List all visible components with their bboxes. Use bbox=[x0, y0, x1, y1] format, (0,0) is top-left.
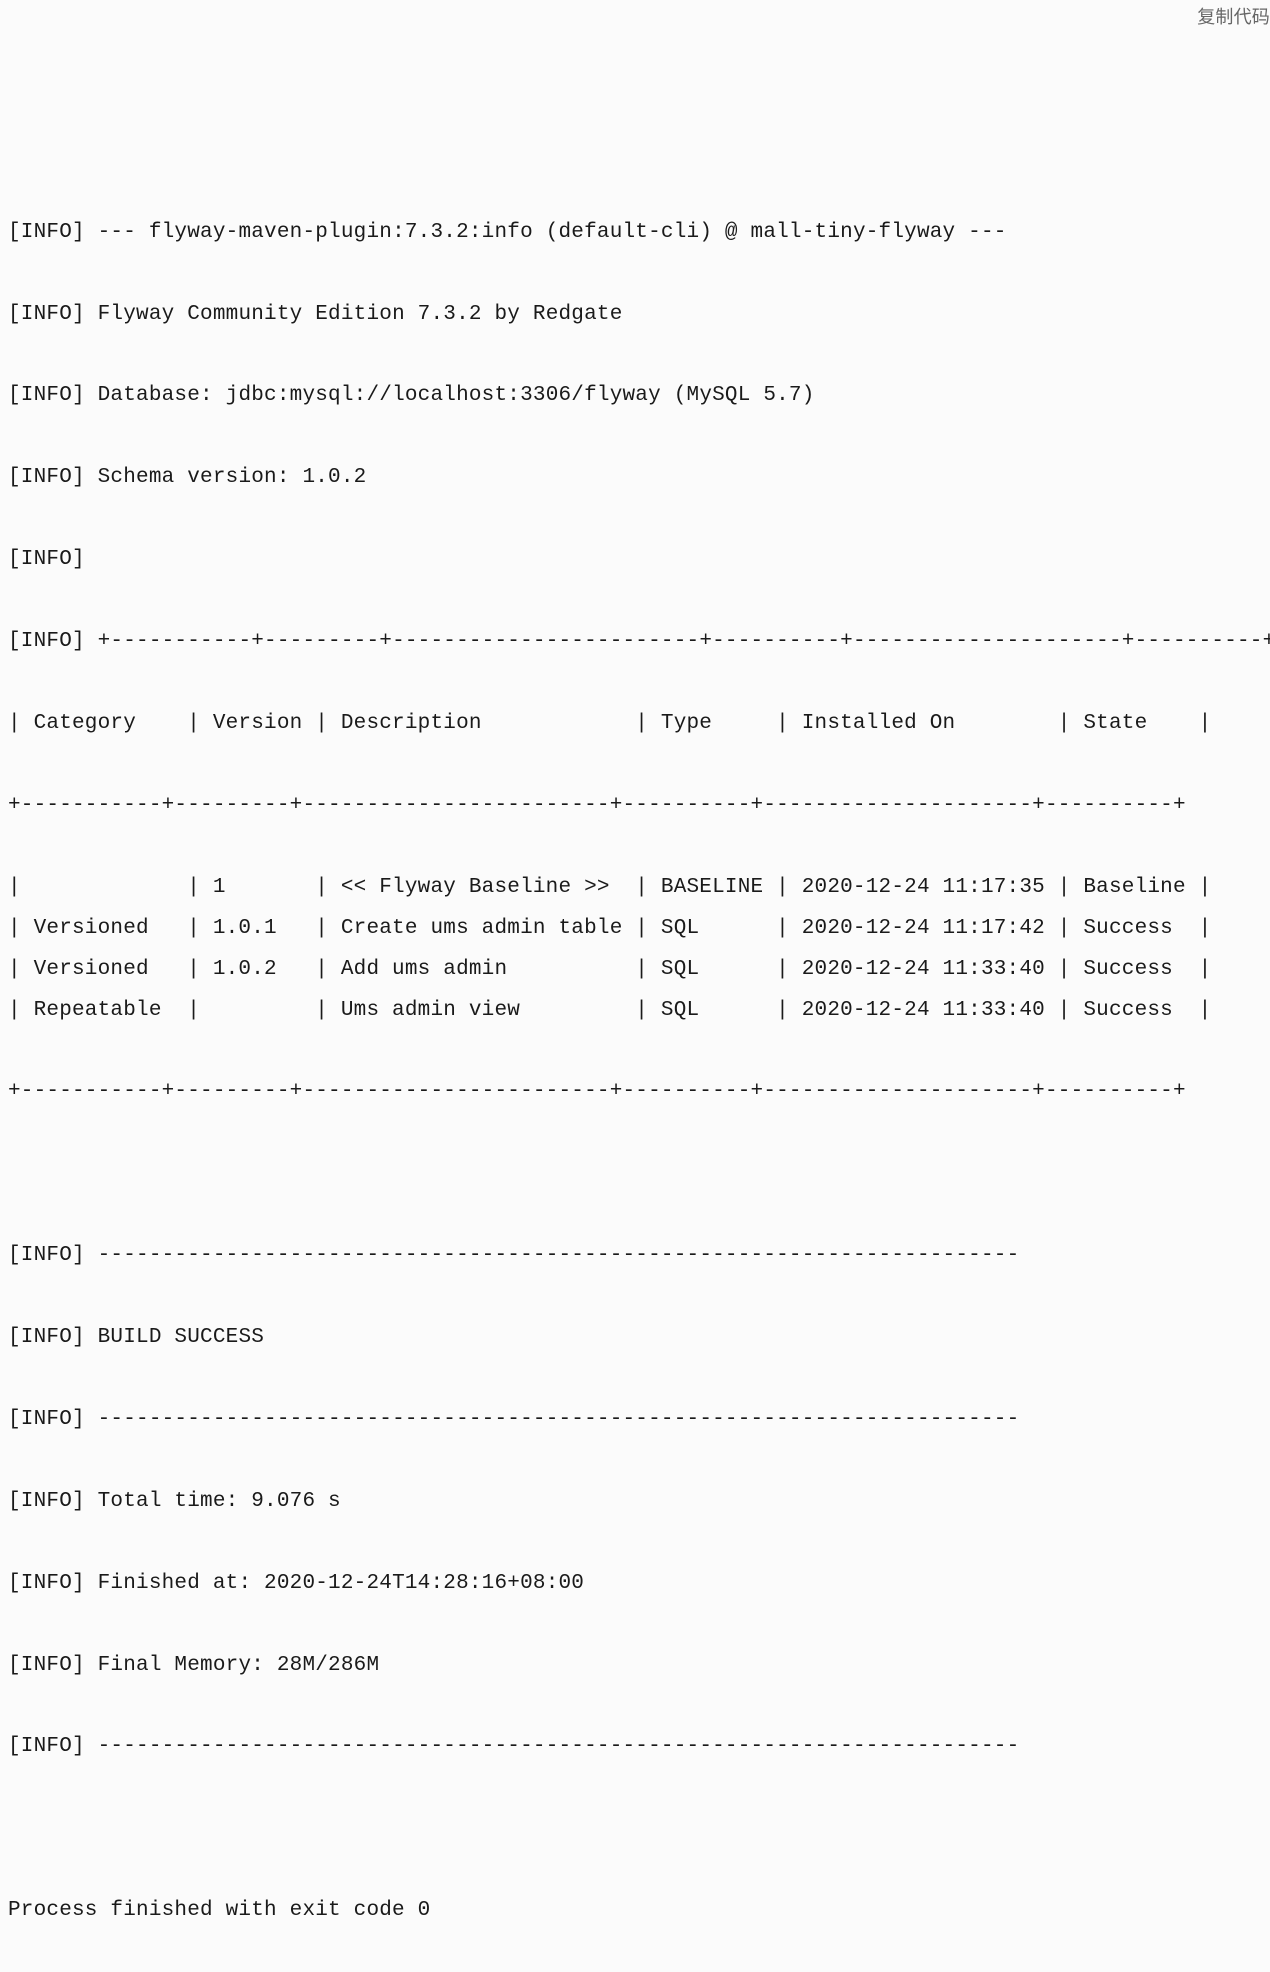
table-row: | Versioned | 1.0.2 | Add ums admin | SQ… bbox=[8, 950, 1262, 991]
log-line-database: [INFO] Database: jdbc:mysql://localhost:… bbox=[8, 376, 1262, 417]
blank-line-2 bbox=[8, 1809, 1262, 1850]
blank-line bbox=[8, 1154, 1262, 1195]
build-dashes-mid: [INFO] ---------------------------------… bbox=[8, 1400, 1262, 1441]
build-success: [INFO] BUILD SUCCESS bbox=[8, 1318, 1262, 1359]
build-dashes-top: [INFO] ---------------------------------… bbox=[8, 1236, 1262, 1277]
corner-label: 复制代码 bbox=[1197, 0, 1270, 35]
build-dashes-bottom: [INFO] ---------------------------------… bbox=[8, 1727, 1262, 1768]
final-memory: [INFO] Final Memory: 28M/286M bbox=[8, 1646, 1262, 1687]
log-line-schema-version: [INFO] Schema version: 1.0.2 bbox=[8, 458, 1262, 499]
table-header-row: | Category | Version | Description | Typ… bbox=[8, 704, 1262, 745]
table-bottom-border: +-----------+---------+-----------------… bbox=[8, 1072, 1262, 1113]
table-data-rows: | | 1 | << Flyway Baseline >> | BASELINE… bbox=[8, 868, 1262, 1032]
finished-at: [INFO] Finished at: 2020-12-24T14:28:16+… bbox=[8, 1564, 1262, 1605]
table-row: | | 1 | << Flyway Baseline >> | BASELINE… bbox=[8, 868, 1262, 909]
table-mid-border: +-----------+---------+-----------------… bbox=[8, 786, 1262, 827]
process-finished: Process finished with exit code 0 bbox=[8, 1891, 1262, 1932]
log-line-edition: [INFO] Flyway Community Edition 7.3.2 by… bbox=[8, 295, 1262, 336]
table-row: | Versioned | 1.0.1 | Create ums admin t… bbox=[8, 909, 1262, 950]
total-time: [INFO] Total time: 9.076 s bbox=[8, 1482, 1262, 1523]
log-line-plugin: [INFO] --- flyway-maven-plugin:7.3.2:inf… bbox=[8, 213, 1262, 254]
log-line-empty: [INFO] bbox=[8, 540, 1262, 581]
table-row: | Repeatable | | Ums admin view | SQL | … bbox=[8, 991, 1262, 1032]
table-top-border: [INFO] +-----------+---------+----------… bbox=[8, 622, 1262, 663]
